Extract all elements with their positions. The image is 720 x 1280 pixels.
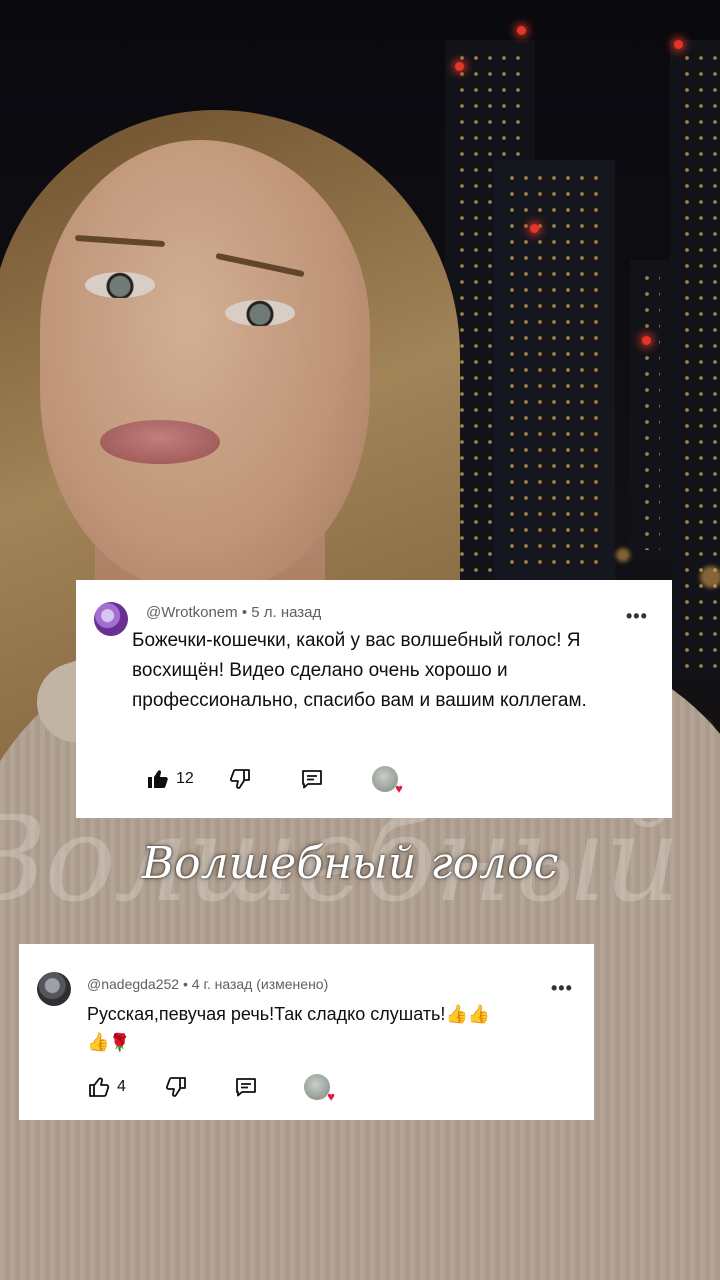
comment-actions: 12 ♥ (146, 766, 403, 795)
thumbs-up-icon (89, 1077, 110, 1097)
comment-age: 4 г. назад (изменено) (191, 976, 329, 992)
comment-meta: @nadegda252 • 4 г. назад (изменено) (87, 976, 328, 992)
heart-icon: ♥ (327, 1089, 335, 1104)
comment-meta: @Wrotkonem • 5 л. назад (146, 604, 321, 621)
avatar[interactable] (37, 972, 71, 1006)
thumbs-up-emoji-icon: 👍 (87, 1032, 110, 1052)
creator-avatar: ♥ (371, 766, 403, 795)
like-count: 12 (176, 770, 194, 787)
creator-avatar: ♥ (303, 1074, 335, 1103)
meta-separator: • (182, 976, 192, 992)
reply-button[interactable] (234, 1075, 258, 1099)
thumbs-up-filled-icon (148, 770, 168, 788)
more-options-icon[interactable]: ••• (626, 606, 648, 627)
dislike-button[interactable] (164, 1075, 188, 1099)
comment-age: 5 л. назад (251, 604, 322, 621)
comment-card: @nadegda252 • 4 г. назад (изменено) ••• … (19, 944, 594, 1120)
meta-separator: • (241, 604, 252, 621)
thumbs-down-icon (165, 1077, 186, 1097)
reply-button[interactable] (300, 767, 324, 791)
comment-author[interactable]: @Wrotkonem (146, 604, 238, 621)
video-title-overlay: Волшебный голос (141, 838, 559, 889)
avatar[interactable] (94, 602, 128, 636)
comment-text-line: Русская,певучая речь!Так сладко слушать! (87, 1004, 446, 1024)
comment-card: @Wrotkonem • 5 л. назад ••• Божечки-коше… (76, 580, 672, 818)
thumbs-up-emoji-icon: 👍 (467, 1004, 491, 1024)
like-button[interactable]: 12 (146, 767, 194, 791)
like-count: 4 (117, 1078, 126, 1095)
creator-heart: ♥ (371, 766, 403, 795)
comment-reply-icon (301, 770, 322, 789)
dislike-button[interactable] (228, 767, 252, 791)
comment-text: Русская,певучая речь!Так сладко слушать!… (87, 1000, 577, 1057)
comment-author[interactable]: @nadegda252 (87, 976, 179, 992)
rose-emoji-icon: 🌹 (109, 1033, 131, 1052)
creator-heart: ♥ (303, 1074, 335, 1103)
comment-reply-icon (236, 1078, 256, 1097)
thumbs-down-icon (229, 769, 250, 789)
comment-actions: 4 ♥ (87, 1074, 335, 1103)
like-button[interactable]: 4 (87, 1075, 126, 1099)
heart-icon: ♥ (395, 781, 403, 796)
comment-text: Божечки-кошечки, какой у вас волшебный г… (132, 630, 587, 711)
thumbs-up-emoji-icon: 👍 (445, 1004, 468, 1024)
more-options-icon[interactable]: ••• (551, 978, 573, 999)
